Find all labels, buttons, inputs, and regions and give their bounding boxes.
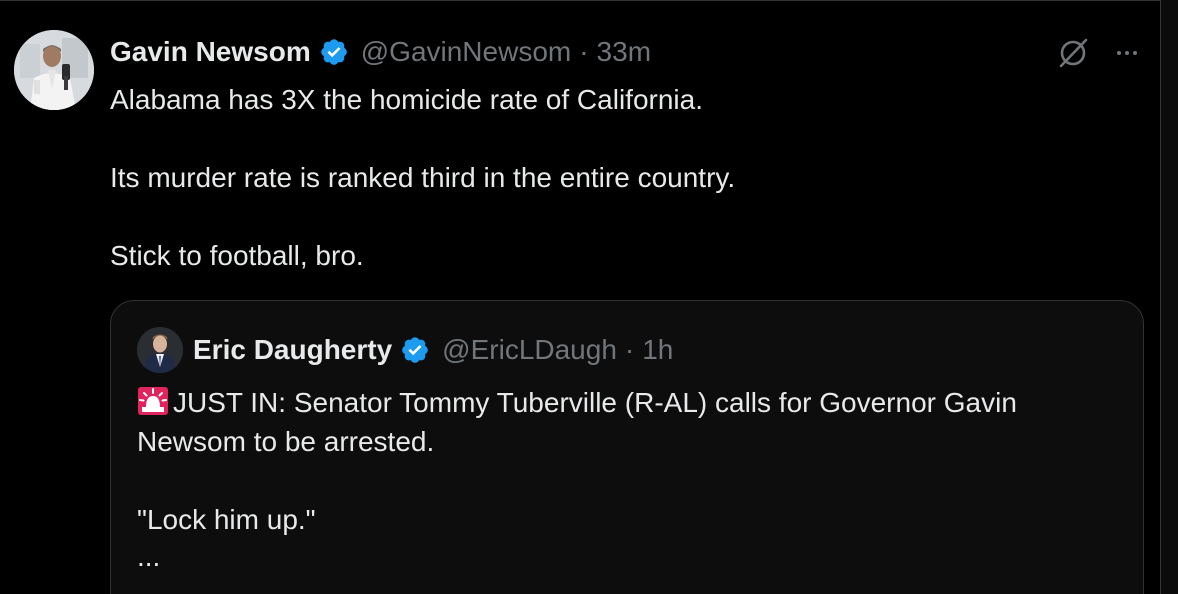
show-more-ellipsis[interactable]: ... [137, 539, 1117, 575]
quoted-tweet-timestamp[interactable]: 1h [642, 334, 673, 366]
more-dot [1133, 51, 1137, 55]
tweet-timestamp[interactable]: 33m [597, 36, 651, 68]
quoted-author-avatar[interactable] [137, 327, 183, 373]
author-display-name[interactable]: Gavin Newsom [110, 36, 311, 68]
more-icon[interactable] [1110, 38, 1144, 68]
verified-badge-icon[interactable] [400, 335, 430, 365]
verified-badge-icon[interactable] [319, 37, 349, 67]
quoted-paragraph: JUST IN: Senator Tommy Tuberville (R-AL)… [137, 383, 1117, 461]
scrollbar-track[interactable] [1161, 0, 1178, 594]
tweet-paragraph: Alabama has 3X the homicide rate of Cali… [110, 84, 703, 115]
separator-dot: · [624, 334, 635, 365]
tweet-text: Alabama has 3X the homicide rate of Cali… [110, 80, 1140, 275]
separator-dot: · [579, 36, 589, 67]
quoted-tweet-card[interactable]: Eric Daugherty @EricLDaugh · 1h JUST IN:… [110, 300, 1144, 594]
quoted-tweet-header: Eric Daugherty @EricLDaugh · 1h [193, 329, 673, 371]
author-handle[interactable]: @GavinNewsom [361, 36, 571, 68]
tweet-paragraph: Its murder rate is ranked third in the e… [110, 162, 736, 193]
quoted-author-display-name[interactable]: Eric Daugherty [193, 334, 392, 366]
top-divider [0, 0, 1160, 1]
siren-emoji-icon [137, 385, 169, 417]
tweet-paragraph: Stick to football, bro. [110, 240, 364, 271]
quoted-tweet-text: JUST IN: Senator Tommy Tuberville (R-AL)… [137, 383, 1117, 575]
grok-icon[interactable] [1056, 36, 1090, 70]
tweet-header: Gavin Newsom @GavinNewsom · 33m [110, 32, 651, 72]
more-dot [1117, 51, 1121, 55]
more-dot [1125, 51, 1129, 55]
quoted-author-handle[interactable]: @EricLDaugh [442, 334, 617, 366]
quoted-line-1: JUST IN: Senator Tommy Tuberville (R-AL)… [137, 387, 1017, 457]
author-avatar[interactable] [14, 30, 94, 110]
quoted-line-2: "Lock him up." [137, 504, 316, 535]
